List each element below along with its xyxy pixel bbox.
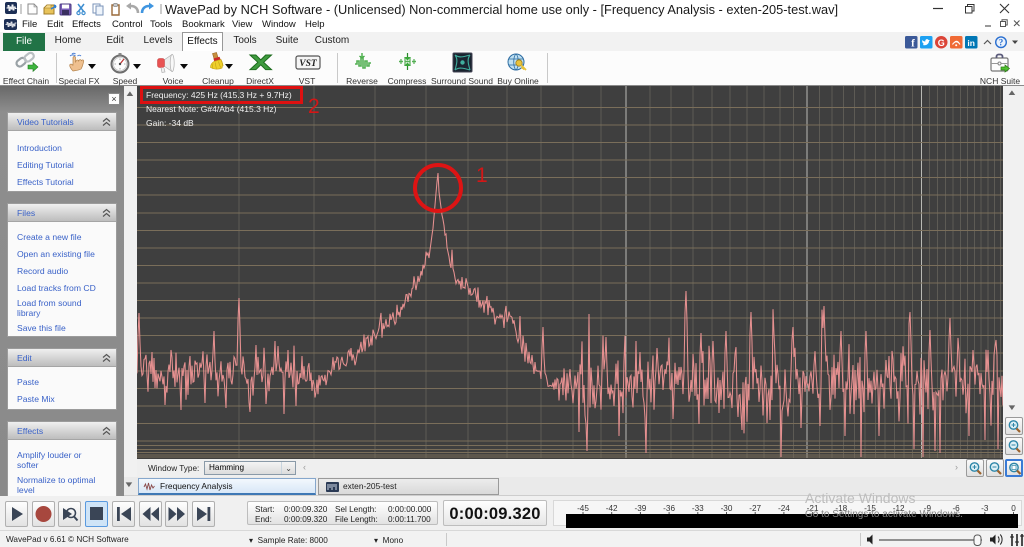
svg-text:0: 0 — [1011, 504, 1016, 513]
svg-text:G: G — [938, 38, 945, 48]
svg-text:-27: -27 — [749, 504, 761, 513]
svg-text:-33: -33 — [692, 504, 704, 513]
svg-text:-42: -42 — [606, 504, 618, 513]
svg-text:VST: VST — [299, 59, 318, 69]
svg-text:-45: -45 — [577, 504, 589, 513]
svg-text:-3: -3 — [981, 504, 989, 513]
svg-text:f: f — [911, 38, 915, 50]
svg-text:-36: -36 — [663, 504, 675, 513]
svg-text:-24: -24 — [778, 504, 790, 513]
svg-text:in: in — [967, 38, 975, 48]
svg-text:-30: -30 — [721, 504, 733, 513]
svg-text:?: ? — [999, 38, 1004, 48]
svg-text:-39: -39 — [634, 504, 646, 513]
